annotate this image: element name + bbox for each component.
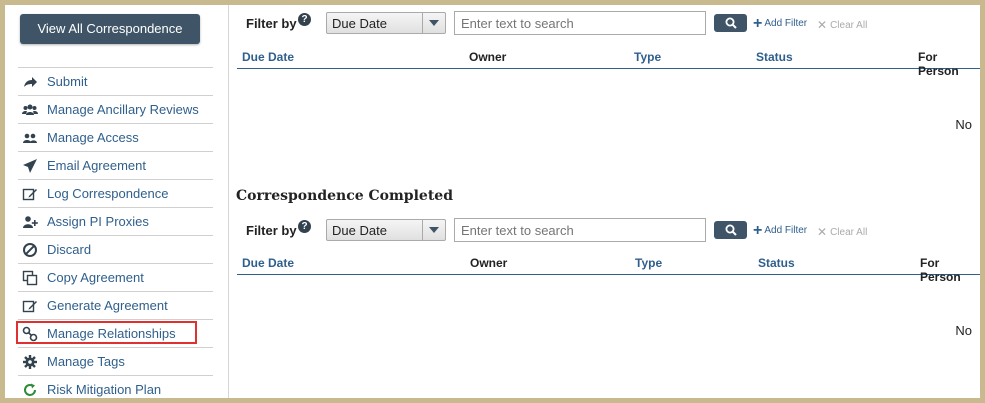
filter-select[interactable]: Due Date [326, 219, 446, 241]
paper-plane-icon [22, 158, 38, 174]
copy-icon [22, 270, 38, 286]
sidebar-item-label: Submit [47, 74, 88, 89]
sidebar-item-label: Manage Access [47, 130, 139, 145]
sidebar-item-label: Log Correspondence [47, 186, 169, 201]
sidebar-item-label: Risk Mitigation Plan [47, 382, 162, 397]
search-icon [725, 224, 737, 236]
edit-icon [22, 298, 38, 314]
sidebar-item-email-agreement[interactable]: Email Agreement [18, 152, 213, 180]
close-icon: ✕ [817, 18, 828, 32]
help-icon[interactable]: ? [298, 13, 311, 26]
sidebar-item-manage-ancillary-reviews[interactable]: Manage Ancillary Reviews [18, 96, 213, 124]
chevron-down-icon [422, 220, 445, 240]
clear-all-link[interactable]: ✕ Clear All [817, 225, 867, 239]
sidebar-item-generate-agreement[interactable]: Generate Agreement [18, 292, 213, 320]
edit-icon [22, 186, 38, 202]
sidebar-item-manage-tags[interactable]: Manage Tags [18, 348, 213, 376]
highlight-box [16, 321, 197, 344]
search-input[interactable] [454, 218, 706, 242]
plus-icon: + [753, 221, 763, 239]
help-icon[interactable]: ? [298, 220, 311, 233]
sidebar-item-assign-pi-proxies[interactable]: Assign PI Proxies [18, 208, 213, 236]
column-for-person[interactable]: For Person [920, 256, 980, 284]
table-header: Due Date Owner Type Status For Person [237, 46, 980, 78]
gear-icon [22, 354, 38, 370]
column-due-date[interactable]: Due Date [242, 256, 294, 270]
refresh-icon [22, 382, 38, 398]
sidebar-item-label: Email Agreement [47, 158, 146, 173]
add-filter-link[interactable]: + Add Filter [753, 221, 807, 239]
filter-select[interactable]: Due Date [326, 12, 446, 34]
main-content: Filter by ? Due Date + Add Filter ✕ Clea… [229, 5, 980, 398]
column-type[interactable]: Type [634, 50, 661, 64]
user-plus-icon [22, 214, 38, 230]
sidebar-item-copy-agreement[interactable]: Copy Agreement [18, 264, 213, 292]
section-title: Correspondence Completed [236, 188, 453, 204]
search-input[interactable] [454, 11, 706, 35]
column-owner[interactable]: Owner [469, 50, 506, 64]
clear-all-link[interactable]: ✕ Clear All [817, 18, 867, 32]
sidebar-item-label: Manage Ancillary Reviews [47, 102, 199, 117]
column-type[interactable]: Type [635, 256, 662, 270]
sidebar-item-manage-access[interactable]: Manage Access [18, 124, 213, 152]
sidebar-item-label: Manage Tags [47, 354, 125, 369]
sidebar-item-discard[interactable]: Discard [18, 236, 213, 264]
column-owner[interactable]: Owner [470, 256, 507, 270]
column-for-person[interactable]: For Person [918, 50, 980, 78]
users-icon [22, 102, 38, 118]
plus-icon: + [753, 14, 763, 32]
table-header-completed: Due Date Owner Type Status For Person [237, 252, 980, 284]
view-all-correspondence-button[interactable]: View All Correspondence [20, 14, 200, 44]
sidebar-item-label: Assign PI Proxies [47, 214, 149, 229]
app-frame: View All Correspondence Submit Manage An… [0, 0, 985, 403]
sidebar-item-log-correspondence[interactable]: Log Correspondence [18, 180, 213, 208]
sidebar-item-label: Copy Agreement [47, 270, 144, 285]
search-icon [725, 17, 737, 29]
search-button[interactable] [714, 221, 747, 239]
add-filter-link[interactable]: + Add Filter [753, 14, 807, 32]
sidebar-item-label: Generate Agreement [47, 298, 168, 313]
sidebar: View All Correspondence Submit Manage An… [5, 5, 229, 398]
user-group-icon [22, 130, 38, 146]
column-status[interactable]: Status [756, 50, 793, 64]
ban-icon [22, 242, 38, 258]
filter-label: Filter by [246, 16, 297, 31]
empty-table-message: No [955, 323, 972, 338]
activity-list: Submit Manage Ancillary Reviews Manage A… [18, 67, 213, 398]
close-icon: ✕ [817, 225, 828, 239]
empty-table-message: No [955, 117, 972, 132]
column-due-date[interactable]: Due Date [242, 50, 294, 64]
chevron-down-icon [422, 13, 445, 33]
column-status[interactable]: Status [758, 256, 795, 270]
filter-label: Filter by [246, 223, 297, 238]
share-arrow-icon [22, 74, 38, 90]
search-button[interactable] [714, 14, 747, 32]
sidebar-item-label: Discard [47, 242, 92, 257]
sidebar-item-risk-mitigation-plan[interactable]: Risk Mitigation Plan [18, 376, 213, 398]
sidebar-item-submit[interactable]: Submit [18, 68, 213, 96]
